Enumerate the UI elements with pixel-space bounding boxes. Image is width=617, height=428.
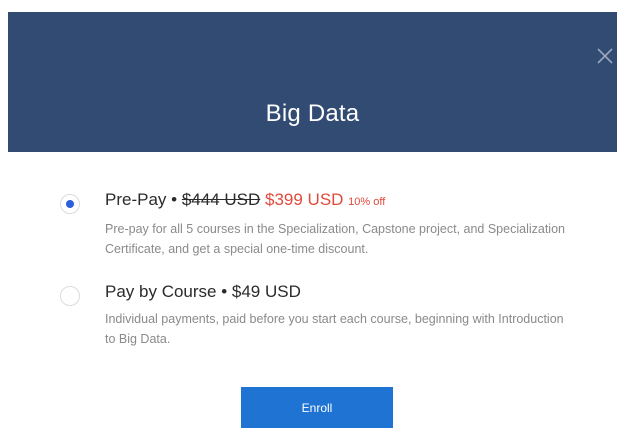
prepay-body: Pre-Pay • $444 USD $399 USD 10% off Pre-… [105, 189, 575, 259]
close-icon[interactable] [593, 44, 617, 68]
pay-by-course-description: Individual payments, paid before you sta… [105, 312, 564, 346]
prepay-title: Pre-Pay • $444 USD $399 USD 10% off [105, 189, 575, 213]
enroll-modal: Big Data Pre-Pay • $444 USD $399 USD 10%… [0, 0, 617, 428]
pay-by-course-radio[interactable] [60, 286, 80, 306]
pay-by-course-title: Pay by Course • $49 USD [105, 282, 301, 301]
prepay-original-price: $444 USD [181, 190, 261, 209]
prepay-description: Pre-pay for all 5 courses in the Special… [105, 222, 565, 256]
prepay-radio[interactable] [60, 194, 80, 214]
modal-header: Big Data [8, 12, 617, 152]
enroll-button[interactable]: Enroll [241, 387, 393, 428]
pay-by-course-body: Pay by Course • $49 USD Individual payme… [105, 281, 575, 349]
prepay-separator: • [166, 190, 182, 209]
modal-title: Big Data [265, 100, 360, 127]
prepay-label: Pre-Pay [105, 190, 167, 209]
prepay-discount-badge: 10% off [348, 196, 386, 208]
prepay-price: $399 USD [265, 190, 344, 209]
